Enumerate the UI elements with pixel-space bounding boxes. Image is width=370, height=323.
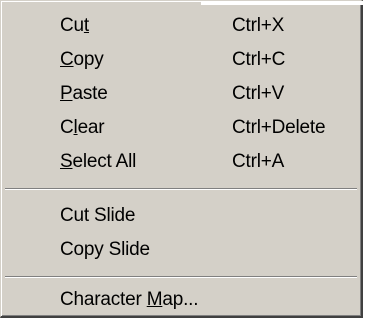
mnemonic-letter: t	[83, 15, 89, 36]
menu-item-select-all[interactable]: Select All Ctrl+A	[4, 145, 359, 179]
context-menu: Cut Ctrl+X Copy Ctrl+C Paste Ctrl+V Clea…	[0, 0, 364, 318]
mnemonic-letter: M	[146, 289, 163, 310]
menu-item-label: Character Map...	[60, 289, 199, 310]
menu-item-cut[interactable]: Cut Ctrl+X	[4, 9, 359, 43]
menu-separator	[5, 276, 357, 278]
menu-item-label: Copy Slide	[60, 239, 150, 260]
menu-item-shortcut: Ctrl+Delete	[232, 117, 326, 138]
menu-item-label: Clear	[60, 117, 105, 138]
menu-item-character-map[interactable]: Character Map...	[4, 283, 359, 317]
menu-item-cut-slide[interactable]: Cut Slide	[4, 199, 359, 233]
menu-item-shortcut: Ctrl+X	[232, 15, 285, 36]
menu-item-clear[interactable]: Clear Ctrl+Delete	[4, 111, 359, 145]
mnemonic-letter: C	[60, 49, 74, 70]
menu-item-copy-slide[interactable]: Copy Slide	[4, 233, 359, 267]
mnemonic-letter: P	[60, 83, 73, 104]
menu-item-paste[interactable]: Paste Ctrl+V	[4, 77, 359, 111]
menu-item-label: Cut	[60, 15, 89, 36]
menu-item-label: Select All	[60, 151, 137, 172]
menu-item-label: Copy	[60, 49, 104, 70]
menu-item-label: Paste	[60, 83, 108, 104]
menu-item-label: Cut Slide	[60, 205, 136, 226]
menu-item-shortcut: Ctrl+C	[232, 49, 286, 70]
menu-item-shortcut: Ctrl+A	[232, 151, 285, 172]
menu-item-copy[interactable]: Copy Ctrl+C	[4, 43, 359, 77]
menu-separator	[5, 188, 357, 190]
menu-item-shortcut: Ctrl+V	[232, 83, 285, 104]
mnemonic-letter: S	[60, 151, 73, 172]
menu-top-notch	[201, 1, 364, 5]
page: Cut Ctrl+X Copy Ctrl+C Paste Ctrl+V Clea…	[0, 0, 370, 323]
